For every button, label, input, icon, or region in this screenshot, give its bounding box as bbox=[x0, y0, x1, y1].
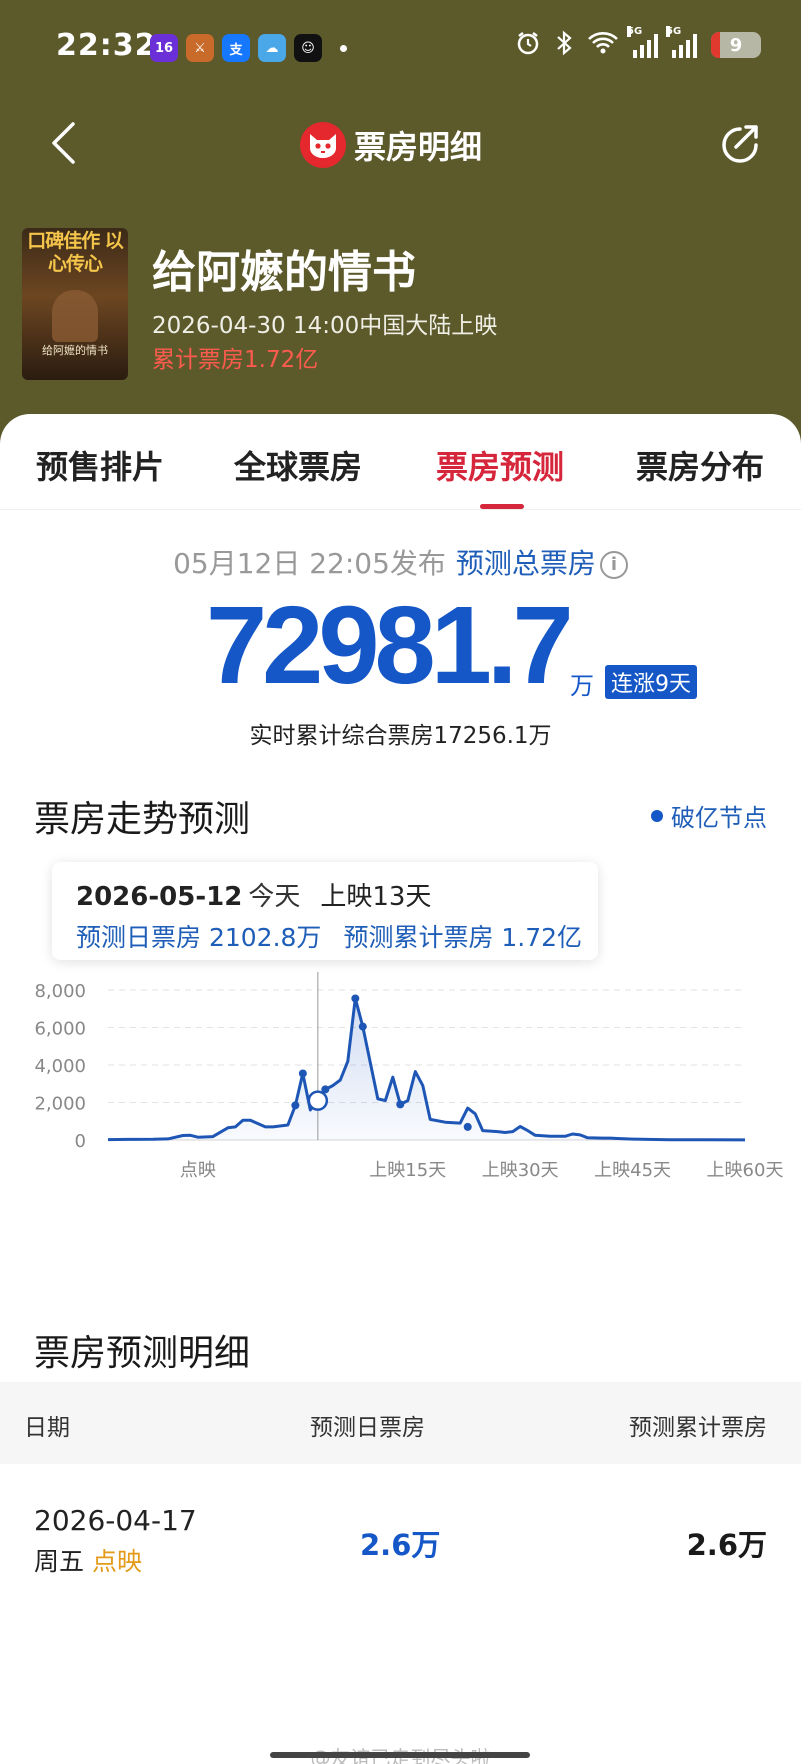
table-row[interactable]: 2026-04-17 周五 点映 2.6万 2.6万 bbox=[0, 1464, 801, 1594]
forecast-total-unit: 万 bbox=[570, 672, 594, 700]
battery-icon: 9 bbox=[711, 32, 761, 58]
series-point bbox=[298, 1069, 307, 1078]
tooltip-daily: 预测日票房 2102.8万 bbox=[76, 923, 322, 952]
realtime-cumulative: 实时累计综合票房17256.1万 bbox=[249, 723, 552, 749]
header-cumulative: 预测累计票房 bbox=[629, 1415, 767, 1441]
row-tag: 点映 bbox=[92, 1547, 143, 1576]
row-weekday-label: 周五 bbox=[34, 1547, 85, 1576]
tooltip-cumulative: 预测累计票房 1.72亿 bbox=[343, 923, 583, 952]
status-indicators: 5G 5G 9 bbox=[515, 26, 761, 60]
x-tick-label: 上映30天 bbox=[482, 1160, 559, 1181]
nav-bar: 票房明细 bbox=[0, 100, 801, 190]
signal-5g-icon: 5G bbox=[627, 26, 658, 58]
publish-time: 05月12日 22:05发布 bbox=[173, 547, 446, 580]
share-icon bbox=[722, 125, 758, 163]
x-tick-label: 上映60天 bbox=[707, 1160, 784, 1181]
tab-presale[interactable]: 预售排片 bbox=[36, 442, 164, 488]
tab-bar: 预售排片 全球票房 票房预测 票房分布 bbox=[0, 414, 801, 510]
page-title: 票房明细 bbox=[354, 128, 483, 166]
alipay-icon: 支 bbox=[222, 34, 250, 62]
y-tick-label: 2,000 bbox=[34, 1094, 86, 1115]
poster-tagline: 口碑佳作 以心传心 bbox=[27, 230, 124, 275]
back-button[interactable] bbox=[38, 118, 88, 168]
tooltip-days: 上映13天 bbox=[320, 882, 432, 912]
forecast-total-label: 预测总票房 bbox=[455, 547, 596, 580]
poster-name: 给阿嬷的情书 bbox=[42, 344, 108, 357]
row-date: 2026-04-17 bbox=[34, 1504, 197, 1537]
share-button[interactable] bbox=[713, 116, 767, 170]
cumulative-gross: 累计票房1.72亿 bbox=[152, 347, 319, 373]
rising-streak-badge: 连涨9天 bbox=[605, 665, 697, 699]
table-header: 日期 预测日票房 预测累计票房 bbox=[0, 1382, 801, 1464]
maoyan-cat-logo-icon bbox=[300, 122, 346, 168]
active-tab-indicator bbox=[480, 504, 524, 509]
series-point bbox=[463, 1122, 472, 1131]
series-point bbox=[396, 1100, 405, 1109]
movie-poster[interactable]: 口碑佳作 以心传心 给阿嬷的情书 bbox=[22, 228, 128, 380]
weather-icon: ☁ bbox=[258, 34, 286, 62]
app-notification-icon: 16 bbox=[150, 34, 178, 62]
bluetooth-icon bbox=[555, 30, 573, 60]
info-icon[interactable]: i bbox=[599, 551, 628, 579]
more-notifications-icon bbox=[340, 44, 347, 52]
signal-label-2: 5G bbox=[666, 26, 682, 37]
tab-box-office-forecast[interactable]: 票房预测 bbox=[436, 442, 564, 488]
tab-box-office-distribution[interactable]: 票房分布 bbox=[636, 442, 764, 488]
x-tick-label: 点映 bbox=[180, 1160, 216, 1181]
forecast-total-value: 72981.7 bbox=[206, 584, 574, 707]
tooltip-header: 2026-05-12 今天 上映13天 bbox=[76, 876, 431, 913]
series-point bbox=[291, 1101, 300, 1110]
current-point-marker bbox=[307, 1090, 329, 1111]
signal-label: 5G bbox=[627, 26, 643, 37]
row-daily: 2.6万 bbox=[360, 1528, 441, 1562]
header: 22:32 16 ⚔ 支 ☁ ☺ 5G 5G 9 票房明细 口碑佳作 以心传心 … bbox=[0, 0, 801, 470]
detail-section-title: 票房预测明细 bbox=[34, 1333, 251, 1374]
series-point bbox=[351, 994, 360, 1003]
y-tick-label: 8,000 bbox=[34, 981, 86, 1002]
row-cumulative: 2.6万 bbox=[686, 1528, 767, 1562]
status-time: 22:32 bbox=[56, 28, 157, 63]
tooltip-values: 预测日票房 2102.8万 预测累计票房 1.72亿 bbox=[76, 918, 582, 954]
chevron-left-icon bbox=[52, 122, 75, 164]
messenger-icon: ☺ bbox=[294, 34, 322, 62]
series-area bbox=[108, 998, 745, 1140]
nav-title-group: 票房明细 bbox=[300, 118, 482, 172]
milestone-legend[interactable]: 破亿节点 bbox=[651, 798, 767, 833]
box-office-trend-chart[interactable]: 8,000 6,000 4,000 2,000 0 点映 上映15天 上映30天 上映45天 上映… bbox=[0, 962, 801, 1224]
status-bar: 22:32 16 ⚔ 支 ☁ ☺ 5G 5G 9 bbox=[0, 0, 801, 100]
status-app-icons: 16 ⚔ 支 ☁ ☺ bbox=[150, 34, 347, 62]
tab-global-box-office[interactable]: 全球票房 bbox=[234, 442, 362, 488]
alarm-icon bbox=[515, 30, 541, 60]
wifi-icon bbox=[587, 31, 619, 59]
header-date: 日期 bbox=[24, 1415, 70, 1441]
header-daily: 预测日票房 bbox=[310, 1415, 425, 1441]
x-tick-label: 上映45天 bbox=[594, 1160, 671, 1181]
home-indicator[interactable] bbox=[270, 1752, 530, 1758]
trend-section-title: 票房走势预测 bbox=[34, 799, 251, 840]
tooltip-date: 2026-05-12 bbox=[76, 882, 243, 912]
battery-level: 9 bbox=[729, 34, 743, 56]
y-tick-label: 0 bbox=[75, 1131, 86, 1152]
row-weekday: 周五 点映 bbox=[34, 1542, 142, 1578]
release-info: 2026-04-30 14:00中国大陆上映 bbox=[152, 313, 498, 339]
y-tick-label: 4,000 bbox=[34, 1056, 86, 1077]
content-card: 预售排片 全球票房 票房预测 票房分布 05月12日 22:05发布 预测总票房 i… bbox=[0, 414, 801, 1764]
movie-title: 给阿嬷的情书 bbox=[152, 247, 416, 298]
legend-label: 破亿节点 bbox=[671, 804, 767, 832]
forecast-publish-line: 05月12日 22:05发布 预测总票房 i bbox=[0, 542, 801, 582]
y-tick-label: 6,000 bbox=[34, 1019, 86, 1040]
tooltip-today: 今天 bbox=[248, 882, 301, 912]
x-tick-label: 上映15天 bbox=[369, 1160, 446, 1181]
game-notification-icon: ⚔ bbox=[186, 34, 214, 62]
legend-dot-icon bbox=[651, 809, 663, 822]
series-point bbox=[358, 1022, 367, 1031]
chart-tooltip: 2026-05-12 今天 上映13天 预测日票房 2102.8万 预测累计票房 1.… bbox=[52, 862, 598, 960]
signal-5g-icon-2: 5G bbox=[666, 26, 697, 58]
